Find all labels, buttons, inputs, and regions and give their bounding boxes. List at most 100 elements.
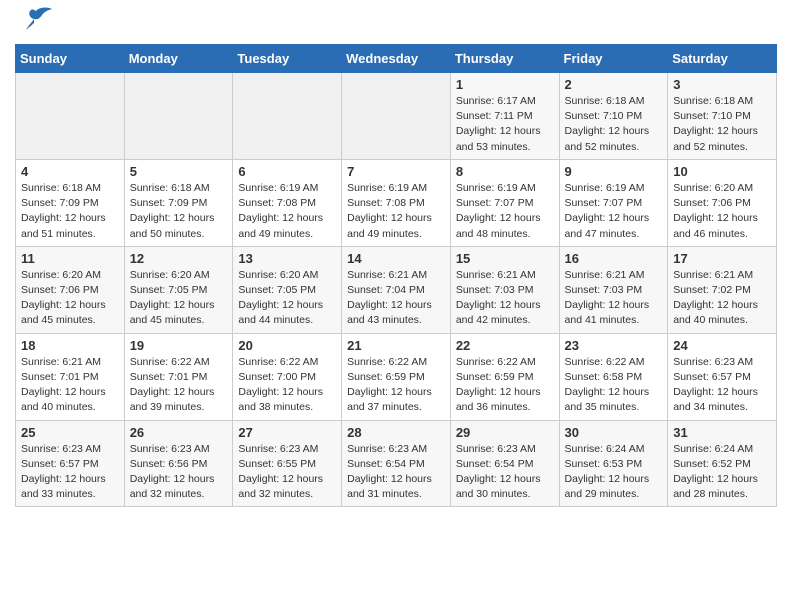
day-number: 10 <box>673 164 771 179</box>
day-info: Sunrise: 6:18 AMSunset: 7:10 PMDaylight:… <box>673 94 771 155</box>
day-number: 30 <box>565 425 663 440</box>
day-number: 22 <box>456 338 554 353</box>
calendar-cell: 11 Sunrise: 6:20 AMSunset: 7:06 PMDayligh… <box>16 246 125 333</box>
day-info: Sunrise: 6:19 AMSunset: 7:08 PMDaylight:… <box>238 181 336 242</box>
day-info: Sunrise: 6:21 AMSunset: 7:02 PMDaylight:… <box>673 268 771 329</box>
page-header <box>15 10 777 36</box>
day-header-wednesday: Wednesday <box>342 45 451 73</box>
day-info: Sunrise: 6:23 AMSunset: 6:57 PMDaylight:… <box>673 355 771 416</box>
day-info: Sunrise: 6:21 AMSunset: 7:03 PMDaylight:… <box>565 268 663 329</box>
calendar-cell: 27 Sunrise: 6:23 AMSunset: 6:55 PMDayligh… <box>233 420 342 507</box>
day-header-thursday: Thursday <box>450 45 559 73</box>
day-header-saturday: Saturday <box>668 45 777 73</box>
day-info: Sunrise: 6:24 AMSunset: 6:52 PMDaylight:… <box>673 442 771 503</box>
day-info: Sunrise: 6:22 AMSunset: 6:59 PMDaylight:… <box>347 355 445 416</box>
week-row-5: 25 Sunrise: 6:23 AMSunset: 6:57 PMDayligh… <box>16 420 777 507</box>
day-info: Sunrise: 6:23 AMSunset: 6:55 PMDaylight:… <box>238 442 336 503</box>
day-number: 3 <box>673 77 771 92</box>
calendar-cell: 9Sunrise: 6:19 AMSunset: 7:07 PMDaylight… <box>559 159 668 246</box>
day-info: Sunrise: 6:22 AMSunset: 7:01 PMDaylight:… <box>130 355 228 416</box>
calendar-cell: 18 Sunrise: 6:21 AMSunset: 7:01 PMDayligh… <box>16 333 125 420</box>
week-row-1: 1 Sunrise: 6:17 AMSunset: 7:11 PMDaylight… <box>16 73 777 160</box>
logo <box>15 10 54 36</box>
day-number: 28 <box>347 425 445 440</box>
day-info: Sunrise: 6:23 AMSunset: 6:56 PMDaylight:… <box>130 442 228 503</box>
day-number: 9 <box>565 164 663 179</box>
day-info: Sunrise: 6:22 AMSunset: 6:58 PMDaylight:… <box>565 355 663 416</box>
calendar-cell <box>16 73 125 160</box>
day-number: 2 <box>565 77 663 92</box>
day-info: Sunrise: 6:19 AMSunset: 7:07 PMDaylight:… <box>456 181 554 242</box>
calendar-cell: 13 Sunrise: 6:20 AMSunset: 7:05 PMDayligh… <box>233 246 342 333</box>
calendar-cell: 26 Sunrise: 6:23 AMSunset: 6:56 PMDayligh… <box>124 420 233 507</box>
day-number: 5 <box>130 164 228 179</box>
days-header-row: SundayMondayTuesdayWednesdayThursdayFrid… <box>16 45 777 73</box>
calendar-cell: 17Sunrise: 6:21 AMSunset: 7:02 PMDayligh… <box>668 246 777 333</box>
calendar-cell: 14Sunrise: 6:21 AMSunset: 7:04 PMDayligh… <box>342 246 451 333</box>
day-number: 11 <box>21 251 119 266</box>
calendar-cell: 30 Sunrise: 6:24 AMSunset: 6:53 PMDayligh… <box>559 420 668 507</box>
calendar-cell <box>124 73 233 160</box>
day-number: 8 <box>456 164 554 179</box>
day-info: Sunrise: 6:21 AMSunset: 7:01 PMDaylight:… <box>21 355 119 416</box>
calendar-cell: 28 Sunrise: 6:23 AMSunset: 6:54 PMDayligh… <box>342 420 451 507</box>
day-number: 21 <box>347 338 445 353</box>
calendar-cell: 24 Sunrise: 6:23 AMSunset: 6:57 PMDayligh… <box>668 333 777 420</box>
day-header-sunday: Sunday <box>16 45 125 73</box>
calendar-cell: 20Sunrise: 6:22 AMSunset: 7:00 PMDayligh… <box>233 333 342 420</box>
day-number: 25 <box>21 425 119 440</box>
day-info: Sunrise: 6:22 AMSunset: 6:59 PMDaylight:… <box>456 355 554 416</box>
day-info: Sunrise: 6:20 AMSunset: 7:06 PMDaylight:… <box>21 268 119 329</box>
day-number: 7 <box>347 164 445 179</box>
day-info: Sunrise: 6:20 AMSunset: 7:06 PMDaylight:… <box>673 181 771 242</box>
day-number: 15 <box>456 251 554 266</box>
day-info: Sunrise: 6:21 AMSunset: 7:04 PMDaylight:… <box>347 268 445 329</box>
day-header-friday: Friday <box>559 45 668 73</box>
day-info: Sunrise: 6:22 AMSunset: 7:00 PMDaylight:… <box>238 355 336 416</box>
day-info: Sunrise: 6:23 AMSunset: 6:57 PMDaylight:… <box>21 442 119 503</box>
calendar-cell: 10 Sunrise: 6:20 AMSunset: 7:06 PMDayligh… <box>668 159 777 246</box>
calendar-cell: 31 Sunrise: 6:24 AMSunset: 6:52 PMDayligh… <box>668 420 777 507</box>
day-info: Sunrise: 6:20 AMSunset: 7:05 PMDaylight:… <box>130 268 228 329</box>
day-info: Sunrise: 6:21 AMSunset: 7:03 PMDaylight:… <box>456 268 554 329</box>
day-number: 18 <box>21 338 119 353</box>
calendar-cell: 16Sunrise: 6:21 AMSunset: 7:03 PMDayligh… <box>559 246 668 333</box>
day-info: Sunrise: 6:18 AMSunset: 7:09 PMDaylight:… <box>130 181 228 242</box>
calendar-cell: 3 Sunrise: 6:18 AMSunset: 7:10 PMDaylight… <box>668 73 777 160</box>
calendar-cell: 15 Sunrise: 6:21 AMSunset: 7:03 PMDayligh… <box>450 246 559 333</box>
day-number: 24 <box>673 338 771 353</box>
day-number: 27 <box>238 425 336 440</box>
day-info: Sunrise: 6:24 AMSunset: 6:53 PMDaylight:… <box>565 442 663 503</box>
calendar-cell: 8 Sunrise: 6:19 AMSunset: 7:07 PMDaylight… <box>450 159 559 246</box>
calendar-cell: 12 Sunrise: 6:20 AMSunset: 7:05 PMDayligh… <box>124 246 233 333</box>
calendar-cell: 29 Sunrise: 6:23 AMSunset: 6:54 PMDayligh… <box>450 420 559 507</box>
calendar-cell: 21 Sunrise: 6:22 AMSunset: 6:59 PMDayligh… <box>342 333 451 420</box>
day-number: 1 <box>456 77 554 92</box>
day-number: 19 <box>130 338 228 353</box>
day-header-tuesday: Tuesday <box>233 45 342 73</box>
day-number: 31 <box>673 425 771 440</box>
calendar-cell: 19 Sunrise: 6:22 AMSunset: 7:01 PMDayligh… <box>124 333 233 420</box>
day-info: Sunrise: 6:18 AMSunset: 7:09 PMDaylight:… <box>21 181 119 242</box>
day-info: Sunrise: 6:17 AMSunset: 7:11 PMDaylight:… <box>456 94 554 155</box>
week-row-4: 18 Sunrise: 6:21 AMSunset: 7:01 PMDayligh… <box>16 333 777 420</box>
day-number: 13 <box>238 251 336 266</box>
calendar-cell: 2Sunrise: 6:18 AMSunset: 7:10 PMDaylight… <box>559 73 668 160</box>
day-info: Sunrise: 6:23 AMSunset: 6:54 PMDaylight:… <box>347 442 445 503</box>
calendar-table: SundayMondayTuesdayWednesdayThursdayFrid… <box>15 44 777 507</box>
calendar-cell: 4 Sunrise: 6:18 AMSunset: 7:09 PMDaylight… <box>16 159 125 246</box>
calendar-cell: 25 Sunrise: 6:23 AMSunset: 6:57 PMDayligh… <box>16 420 125 507</box>
day-info: Sunrise: 6:23 AMSunset: 6:54 PMDaylight:… <box>456 442 554 503</box>
day-number: 26 <box>130 425 228 440</box>
day-number: 4 <box>21 164 119 179</box>
calendar-cell: 5 Sunrise: 6:18 AMSunset: 7:09 PMDaylight… <box>124 159 233 246</box>
day-number: 29 <box>456 425 554 440</box>
week-row-3: 11 Sunrise: 6:20 AMSunset: 7:06 PMDayligh… <box>16 246 777 333</box>
day-number: 12 <box>130 251 228 266</box>
calendar-cell: 1 Sunrise: 6:17 AMSunset: 7:11 PMDaylight… <box>450 73 559 160</box>
day-number: 23 <box>565 338 663 353</box>
day-info: Sunrise: 6:19 AMSunset: 7:08 PMDaylight:… <box>347 181 445 242</box>
calendar-cell <box>233 73 342 160</box>
calendar-cell: 22 Sunrise: 6:22 AMSunset: 6:59 PMDayligh… <box>450 333 559 420</box>
day-info: Sunrise: 6:20 AMSunset: 7:05 PMDaylight:… <box>238 268 336 329</box>
